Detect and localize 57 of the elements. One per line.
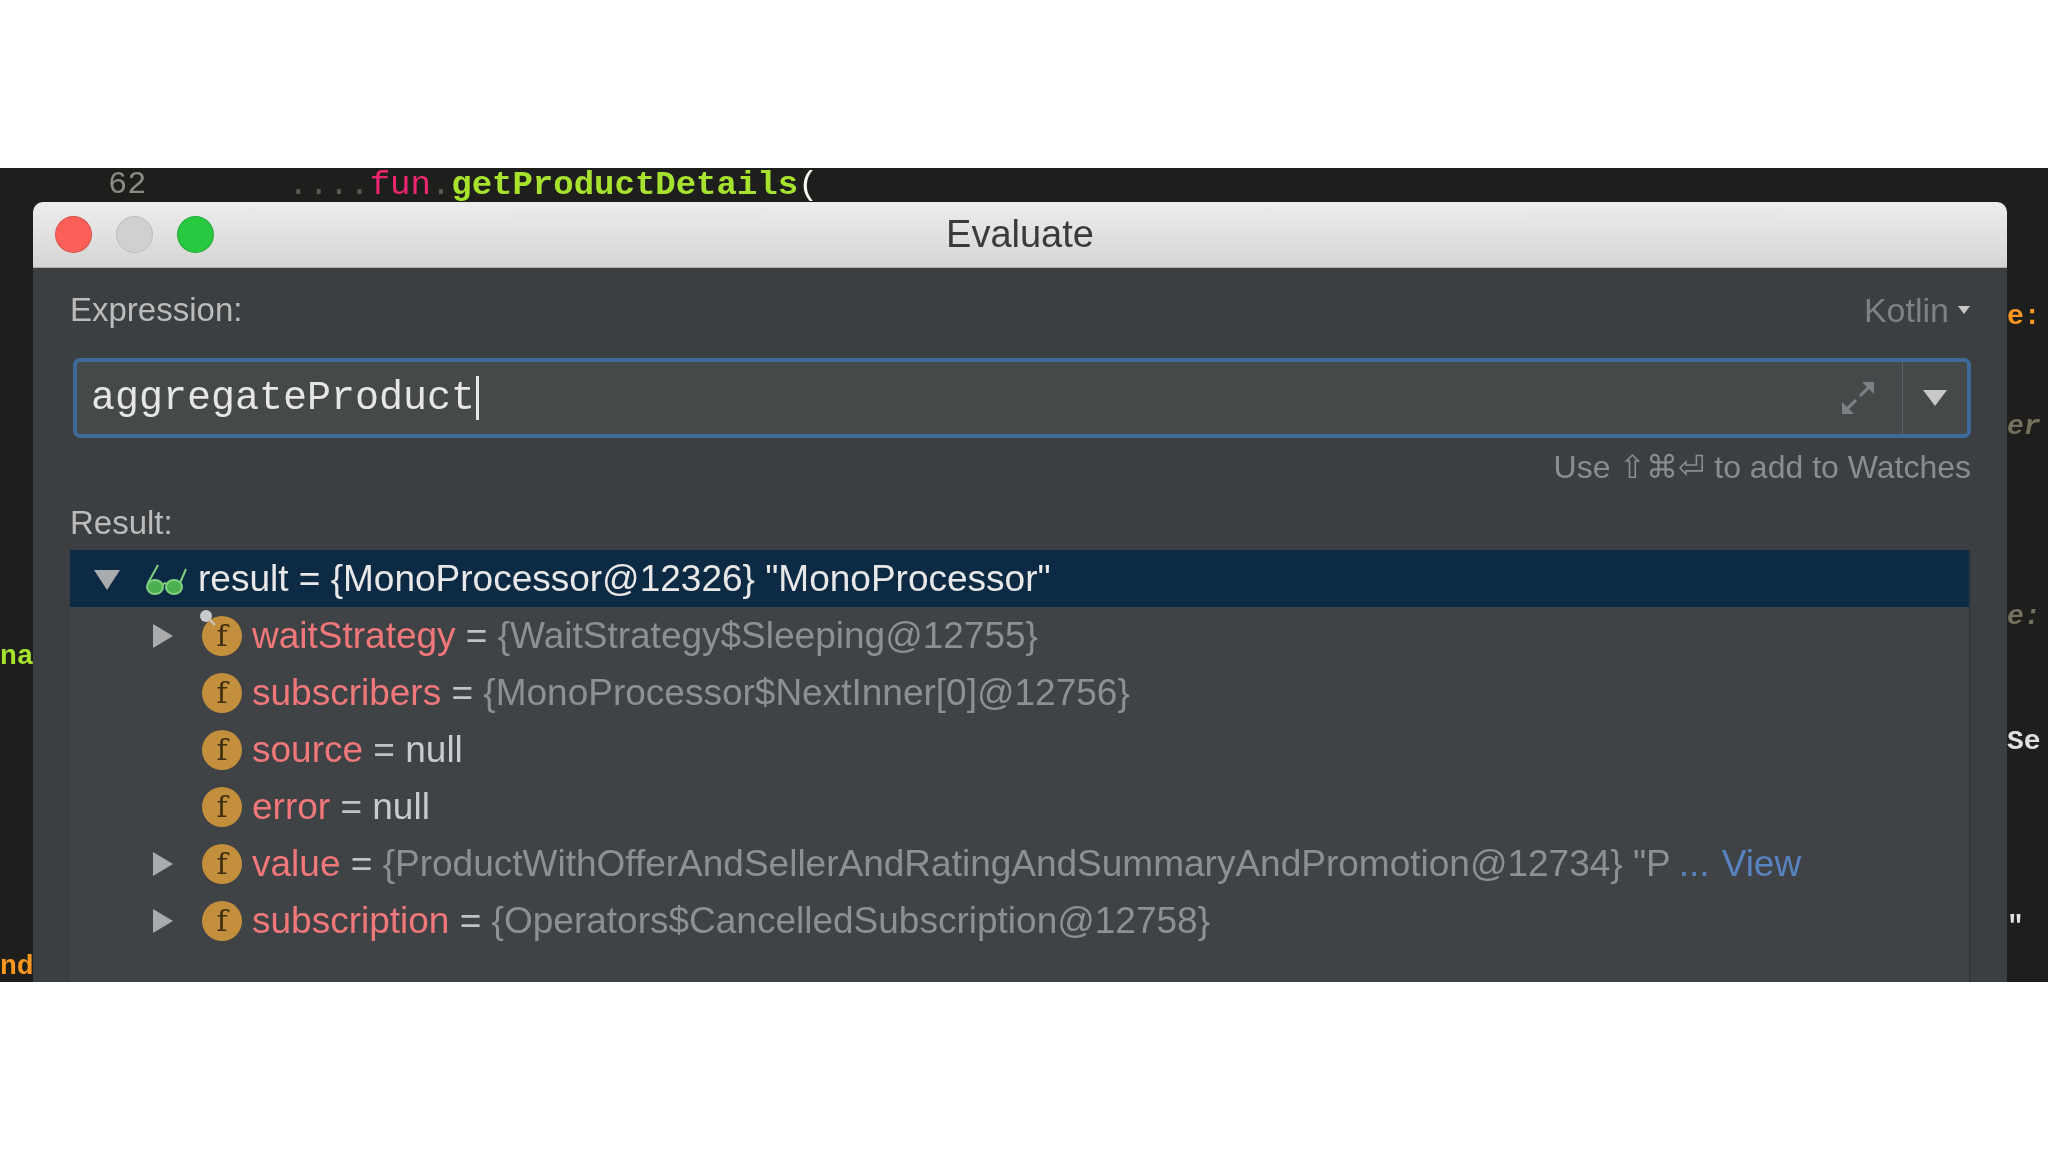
code-token: .... (288, 168, 370, 202)
equals-sign: = (349, 842, 374, 885)
code-fragment: " (2007, 910, 2024, 944)
code-token: getProductDetails (451, 168, 799, 202)
field-icon: f (202, 786, 242, 827)
tree-row[interactable]: f error = null (70, 778, 1969, 835)
close-window-button[interactable] (55, 216, 92, 253)
variable-value: {ProductWithOfferAndSellerAndRatingAndSummaryAndPromotion@12734} "P (382, 842, 1671, 885)
equals-sign: = (450, 671, 475, 714)
variable-name: source (252, 728, 364, 771)
field-icon: f (202, 615, 242, 656)
variable-value: null (372, 785, 430, 828)
expression-label: Expression: (70, 291, 243, 329)
caret-icon (1922, 388, 1948, 408)
window-title: Evaluate (946, 213, 1094, 256)
field-icon: f (202, 729, 242, 770)
equals-sign: = (339, 785, 363, 828)
caret-icon (1957, 305, 1971, 315)
variable-name: value (252, 842, 341, 885)
variable-name: waitStrategy (252, 614, 456, 657)
code-token: . (430, 168, 452, 202)
variable-name: subscribers (252, 671, 442, 714)
code-token: fun (369, 168, 431, 202)
line-number: 62 (108, 168, 148, 202)
variable-name: error (252, 785, 331, 828)
expression-field[interactable]: aggregateProduct (73, 358, 1971, 438)
watches-hint: Use ⇧⌘⏎ to add to Watches (1553, 448, 1971, 486)
code-fragment: e: (2007, 300, 2041, 334)
code-fragment: e: (2007, 600, 2041, 634)
code-fragment: na (0, 640, 33, 674)
code-fragment: er (2007, 410, 2041, 444)
equals-sign: = (464, 614, 489, 657)
variable-value: {MonoProcessor$NextInner[0]@12756} (483, 671, 1130, 714)
tree-row[interactable]: f waitStrategy = {WaitStrategy$Sleeping@12755} (70, 607, 1969, 664)
field-icon: f (202, 843, 242, 884)
tree-row[interactable]: f source = null (70, 721, 1969, 778)
code-fragment: nd (0, 950, 33, 982)
variable-value: null (405, 728, 463, 771)
variable-value: {MonoProcessor@12326} "MonoProcessor" (330, 557, 1051, 600)
equals-sign: = (372, 728, 396, 771)
tree-row[interactable]: result = {MonoProcessor@12326} "MonoProcessor" (70, 550, 1969, 607)
variable-name: subscription (252, 899, 450, 942)
result-label: Result: (70, 504, 174, 542)
variable-name: result (198, 557, 289, 600)
ellipsis: ... (1678, 842, 1710, 885)
field-icon: f (202, 672, 242, 713)
zoom-window-button[interactable] (177, 216, 214, 253)
tree-row[interactable]: f subscription = {Operators$CancelledSubscription@12758} (70, 892, 1969, 949)
equals-sign: = (297, 557, 322, 600)
field-icon: f (202, 900, 242, 941)
code-fragment: Se (2007, 725, 2041, 759)
tree-row[interactable]: f value = {ProductWithOfferAndSellerAndRatingAndSummaryAndPromotion@12734} "P ... View (70, 835, 1969, 892)
variable-value: {Operators$CancelledSubscription@12758} (491, 899, 1211, 942)
equals-sign: = (458, 899, 483, 942)
code-token: ( (798, 168, 819, 202)
tree-row[interactable]: f subscribers = {MonoProcessor$NextInner[0]@12756} (70, 664, 1969, 721)
variable-value: {WaitStrategy$Sleeping@12755} (497, 614, 1038, 657)
